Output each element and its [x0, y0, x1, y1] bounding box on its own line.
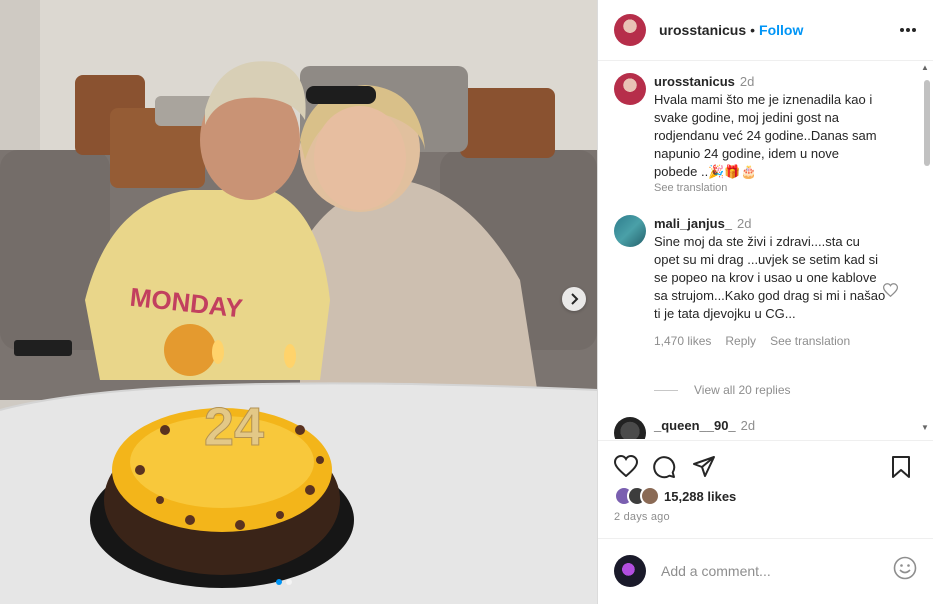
post-actions: 15,288 likes 2 days ago — [598, 440, 933, 523]
comments-list[interactable]: urosstanicus 2d Hvala mami što me je izne… — [598, 62, 933, 439]
next-image-button[interactable] — [562, 287, 586, 311]
see-translation-link[interactable]: See translation — [654, 179, 886, 197]
viewer-avatar — [614, 554, 646, 587]
comment-item: _queen__90_ 2d — [614, 417, 914, 439]
liker-avatar — [640, 486, 660, 506]
scroll-down-arrow[interactable]: ▼ — [921, 424, 929, 432]
replies-line — [654, 389, 678, 391]
post-date[interactable]: 2 days ago — [614, 511, 670, 523]
caption-comment: urosstanicus 2d Hvala mami što me je izne… — [614, 73, 914, 197]
view-replies-button[interactable]: View all 20 replies — [654, 383, 791, 397]
comment-button[interactable] — [652, 455, 676, 484]
scrollbar-thumb[interactable] — [924, 80, 930, 166]
emoji-icon — [893, 556, 917, 580]
more-icon — [900, 28, 916, 32]
comment-like-button[interactable] — [882, 283, 899, 302]
share-button[interactable] — [692, 455, 716, 484]
share-icon — [693, 456, 715, 477]
save-button[interactable] — [891, 455, 911, 484]
add-comment-bar — [598, 538, 933, 602]
heart-icon — [613, 454, 639, 478]
see-translation-link[interactable]: See translation — [770, 332, 850, 350]
comment-input[interactable] — [659, 561, 883, 580]
post-photo[interactable]: MONDAY 24 — [0, 0, 597, 604]
comment-username[interactable]: mali_janjus_ — [654, 216, 732, 231]
comment-text: Sine moj da ste živi i zdravi....sta cu … — [654, 234, 886, 321]
view-replies-label: View all 20 replies — [694, 383, 791, 397]
author-avatar[interactable] — [614, 14, 646, 46]
scroll-up-arrow[interactable]: ▲ — [921, 64, 929, 72]
comment-username[interactable]: urosstanicus — [654, 74, 735, 89]
candle-number: 24 — [204, 397, 264, 457]
follow-button[interactable]: Follow — [759, 22, 803, 38]
like-button[interactable] — [613, 454, 639, 482]
reply-button[interactable]: Reply — [725, 332, 756, 350]
header-separator: • — [750, 22, 756, 38]
comment-meta: 1,470 likes Reply See translation — [654, 332, 886, 350]
carousel-dot — [276, 579, 282, 585]
comment-item: mali_janjus_ 2d Sine moj da ste živi i zd… — [614, 215, 914, 350]
comment-likes[interactable]: 1,470 likes — [654, 332, 711, 350]
commenter-avatar[interactable] — [614, 215, 646, 247]
post-header: urosstanicus • Follow — [598, 0, 933, 61]
chevron-right-icon — [571, 293, 579, 305]
caption-text: Hvala mami što me je iznenadila kao i sv… — [654, 92, 877, 179]
likes-count[interactable]: 15,288 likes — [664, 489, 736, 504]
bookmark-icon — [892, 456, 910, 478]
caption-avatar[interactable] — [614, 73, 646, 105]
birthday-photo: MONDAY 24 — [0, 0, 597, 604]
carousel-dots — [276, 579, 292, 585]
post-panel: urosstanicus • Follow urosstanicus 2d Hva… — [597, 0, 933, 604]
more-options-button[interactable] — [899, 20, 917, 45]
heart-icon — [882, 283, 899, 298]
emoji-button[interactable] — [893, 556, 917, 585]
comment-username[interactable]: _queen__90_ — [654, 418, 736, 433]
author-username[interactable]: urosstanicus — [659, 22, 746, 38]
likes-summary[interactable]: 15,288 likes — [614, 486, 736, 506]
commenter-avatar[interactable] — [614, 417, 646, 439]
carousel-dot — [286, 579, 292, 585]
comment-time: 2d — [737, 216, 752, 231]
comment-time: 2d — [740, 418, 756, 433]
comment-time: 2d — [739, 74, 755, 89]
comment-icon — [653, 456, 676, 479]
